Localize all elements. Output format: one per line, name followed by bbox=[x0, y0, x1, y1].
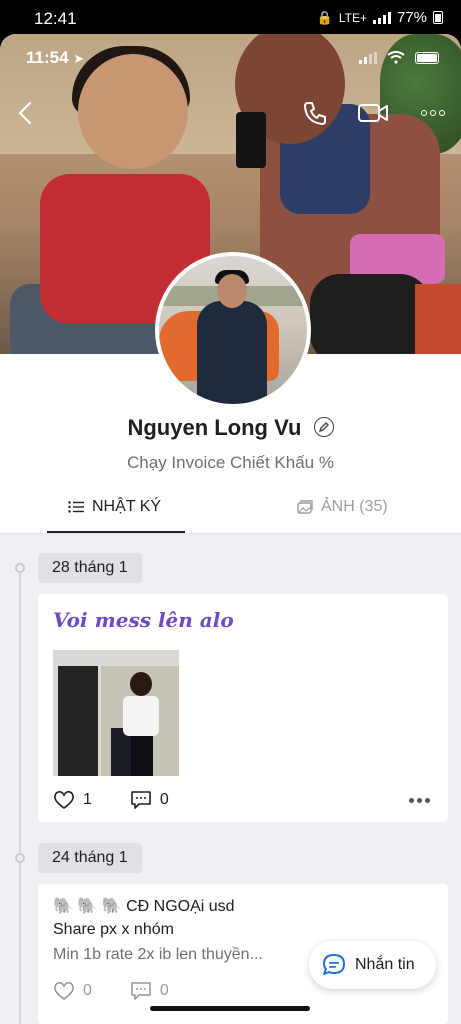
more-dot bbox=[425, 798, 430, 803]
avatar[interactable] bbox=[155, 252, 311, 408]
like-count: 1 bbox=[83, 791, 92, 808]
tab-diary-label: NHẬT KÝ bbox=[92, 498, 162, 515]
profile-name: Nguyen Long Vu bbox=[127, 415, 302, 440]
battery-icon bbox=[433, 11, 443, 24]
comment-count: 0 bbox=[159, 982, 169, 999]
back-icon bbox=[18, 101, 32, 125]
comment-count: 0 bbox=[159, 791, 169, 808]
post-text-line: Share px x nhóm bbox=[53, 921, 174, 938]
network-label: LTE+ bbox=[338, 10, 367, 25]
tab-photos-label: ẢNH (35) bbox=[321, 498, 388, 515]
wifi-icon bbox=[387, 51, 405, 64]
like-button[interactable]: 0 bbox=[53, 981, 92, 1001]
tab-photos[interactable]: ẢNH (35) bbox=[297, 498, 388, 516]
status-right: 🔒 LTE+ 77% bbox=[317, 9, 443, 26]
more-options-button[interactable] bbox=[418, 98, 448, 128]
battery-percent: 77% bbox=[396, 9, 427, 26]
signal-icon bbox=[372, 11, 391, 24]
timeline-dot bbox=[15, 563, 25, 573]
heart-icon bbox=[54, 982, 74, 1000]
home-indicator bbox=[150, 1006, 310, 1011]
heart-icon bbox=[54, 791, 74, 809]
inner-time: 11:54 bbox=[26, 48, 69, 67]
phone-icon bbox=[304, 102, 326, 125]
like-button[interactable]: 1 bbox=[53, 790, 92, 810]
like-count: 0 bbox=[83, 982, 92, 999]
inner-battery-icon bbox=[415, 51, 439, 64]
active-tab-indicator bbox=[47, 531, 185, 533]
call-button[interactable] bbox=[300, 98, 330, 128]
video-call-button[interactable] bbox=[356, 98, 390, 128]
post-title: Voi mess lên alo bbox=[53, 608, 234, 632]
post-card[interactable]: Voi mess lên alo 1 0 bbox=[38, 594, 448, 822]
video-call-icon bbox=[358, 104, 388, 122]
profile-tabs: NHẬT KÝ ẢNH (35) bbox=[0, 486, 461, 534]
tab-diary[interactable]: NHẬT KÝ bbox=[68, 498, 161, 516]
post-text-line: 🐘 🐘 🐘 CĐ NGOẠi usd bbox=[53, 898, 235, 915]
send-message-label: Nhắn tin bbox=[355, 956, 415, 973]
lock-icon: 🔒 bbox=[316, 9, 333, 25]
inner-status-icons bbox=[359, 51, 439, 64]
more-dot bbox=[417, 798, 422, 803]
comment-button[interactable]: 0 bbox=[130, 790, 169, 810]
post-more-button[interactable] bbox=[409, 798, 430, 803]
date-chip: 28 tháng 1 bbox=[38, 553, 142, 583]
comment-icon bbox=[131, 791, 151, 809]
device-status-bar: 12:41 🔒 LTE+ 77% bbox=[0, 0, 461, 34]
date-chip: 24 tháng 1 bbox=[38, 843, 142, 873]
comment-button[interactable]: 0 bbox=[130, 981, 169, 1001]
back-button[interactable] bbox=[12, 98, 38, 128]
more-icon bbox=[421, 110, 445, 116]
inner-status-time: 11:54 ➤ bbox=[26, 48, 84, 68]
edit-name-button[interactable] bbox=[313, 417, 334, 437]
list-icon bbox=[68, 501, 84, 513]
more-dot bbox=[409, 798, 414, 803]
post-actions: 1 0 bbox=[53, 790, 169, 810]
status-time: 12:41 bbox=[34, 9, 77, 28]
post-actions: 0 0 bbox=[53, 981, 169, 1001]
timeline-dot bbox=[15, 853, 25, 863]
post-text-line: Min 1b rate 2x ib len thuyền... bbox=[53, 946, 263, 963]
comment-icon bbox=[131, 982, 151, 1000]
profile-name-row: Nguyen Long Vu bbox=[0, 415, 461, 441]
post-image[interactable] bbox=[53, 650, 179, 776]
send-message-button[interactable]: Nhắn tin bbox=[309, 941, 436, 989]
chat-bubble-icon bbox=[323, 954, 345, 975]
app-screen: 11:54 ➤ Nguyen Long Vu Chạy Invoice Chiế… bbox=[0, 34, 461, 1024]
inner-signal-icon bbox=[359, 51, 377, 64]
pencil-icon bbox=[318, 422, 329, 433]
profile-status: Chạy Invoice Chiết Khấu % bbox=[127, 453, 334, 472]
timeline-line bbox=[19, 564, 21, 1024]
photo-icon bbox=[297, 500, 313, 514]
location-arrow-icon: ➤ bbox=[73, 51, 85, 66]
